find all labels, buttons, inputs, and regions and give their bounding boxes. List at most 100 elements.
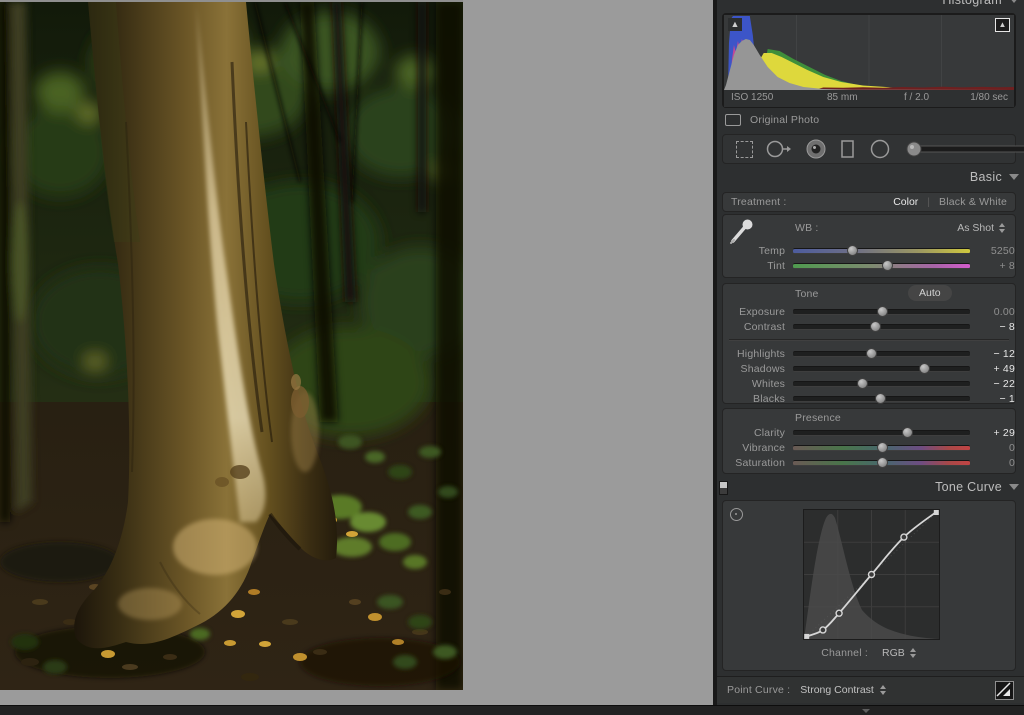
treatment-color-option[interactable]: Color [893,196,918,208]
tint-slider-knob[interactable] [882,260,893,271]
blacks-slider-track[interactable] [793,396,970,402]
curve-point-3[interactable] [869,572,875,578]
exposure-slider-label: Exposure [727,306,785,318]
slider-row-saturation: Saturation 0 [723,455,1015,470]
treatment-divider: | [927,196,930,208]
exposure-slider-value[interactable]: 0.00 [970,306,1015,318]
target-adjustment-tool-icon[interactable] [730,508,743,521]
highlight-clipping-icon[interactable]: ▲ [995,18,1010,32]
curve-point-1[interactable] [820,627,826,633]
adjustment-brush-icon[interactable] [904,139,1024,159]
blacks-slider-label: Blacks [727,393,785,405]
highlights-slider-label: Highlights [727,348,785,360]
tone-curve-chart [804,510,939,639]
shadows-slider-value[interactable]: + 49 [970,363,1015,375]
shadows-slider-track[interactable] [793,366,970,372]
point-curve-label: Point Curve : [727,684,790,696]
treatment-bw-option[interactable]: Black & White [939,196,1007,208]
contrast-slider-value[interactable]: − 8 [970,321,1015,333]
wb-eyedropper-icon[interactable] [727,216,757,251]
original-photo-label: Original Photo [750,114,819,126]
curve-point-2[interactable] [836,610,842,616]
tone-curve-graph[interactable] [803,509,940,640]
clarity-slider-knob[interactable] [902,427,913,438]
tone-curve-section: Channel : RGB [722,500,1016,671]
temp-slider-knob[interactable] [847,245,858,256]
auto-tone-button[interactable]: Auto [908,285,952,301]
wb-preset-dropdown[interactable]: As Shot [957,222,1006,234]
tint-slider-label: Tint [727,260,785,272]
shadow-clipping-icon[interactable]: ▲ [728,18,742,31]
white-balance-section: WB : As Shot Temp5250 Tint + 8 [722,214,1016,278]
saturation-slider-track[interactable] [793,460,970,466]
contrast-slider-track[interactable] [793,324,970,330]
treatment-label: Treatment : [731,196,787,208]
highlights-slider-knob[interactable] [866,348,877,359]
vibrance-slider-track[interactable] [793,445,970,451]
shadows-slider-knob[interactable] [919,363,930,374]
saturation-slider-label: Saturation [727,457,785,469]
blacks-slider-value[interactable]: − 1 [970,393,1015,405]
blacks-slider-knob[interactable] [875,393,886,404]
temp-slider-track[interactable] [793,248,970,254]
vibrance-slider-knob[interactable] [877,442,888,453]
highlights-slider-track[interactable] [793,351,970,357]
chevron-down-icon [1009,484,1019,490]
spot-removal-icon[interactable] [766,139,792,159]
slider-row-shadows: Shadows+ 49 [723,361,1015,376]
tone-curve-panel-header[interactable]: Tone Curve [935,480,1019,494]
slider-row-highlights: Highlights − 12 [723,346,1015,361]
tone-curve-panel-switch[interactable] [719,481,728,495]
wb-preset-value: As Shot [957,222,994,234]
saturation-slider-knob[interactable] [877,457,888,468]
bottom-panel-edge[interactable] [0,705,1024,715]
slider-row-clarity: Clarity+ 29 [723,425,1015,440]
whites-slider-value[interactable]: − 22 [970,378,1015,390]
radial-filter-icon[interactable] [869,138,891,160]
tint-slider-track[interactable] [793,263,970,269]
clarity-slider-value[interactable]: + 29 [970,427,1015,439]
whites-slider-track[interactable] [793,381,970,387]
saturation-slider-value[interactable]: 0 [970,457,1015,469]
temp-slider-value[interactable]: 5250 [970,245,1015,257]
exif-aperture: f / 2.0 [904,92,929,103]
highlights-slider-value[interactable]: − 12 [970,348,1015,360]
tone-divider [729,339,1009,341]
collapse-arrow-icon[interactable] [862,709,870,713]
original-photo-toggle[interactable]: Original Photo [725,112,819,128]
point-curve-value: Strong Contrast [800,684,874,696]
tree-trunk-photo [0,2,463,690]
curve-point-4[interactable] [901,534,907,540]
contrast-slider-label: Contrast [727,321,785,333]
basic-panel-header[interactable]: Basic [970,170,1019,184]
exif-shutter: 1/80 sec [970,92,1008,103]
slider-row-temp: Temp5250 [723,243,1015,258]
vibrance-slider-label: Vibrance [727,442,785,454]
crop-overlay-icon[interactable] [736,141,753,158]
exposure-slider-track[interactable] [793,309,970,315]
slider-row-tint: Tint + 8 [723,258,1015,273]
contrast-slider-knob[interactable] [870,321,881,332]
histogram-box: ▲ ▲ ISO 1250 85 mm f / 2.0 1/80 sec [722,13,1016,108]
red-eye-icon[interactable] [805,138,827,160]
wb-label: WB : [795,222,819,234]
chevron-down-icon [1009,0,1019,3]
histogram-title: Histogram [942,0,1002,7]
tint-slider-value[interactable]: + 8 [970,260,1015,272]
curve-point-5[interactable] [934,510,939,515]
point-curve-dropdown[interactable]: Strong Contrast [800,684,887,696]
original-photo-checkbox-icon[interactable] [725,114,741,126]
channel-dropdown[interactable]: RGB [882,647,917,659]
whites-slider-knob[interactable] [857,378,868,389]
photo-canvas[interactable] [0,0,463,690]
vibrance-slider-value[interactable]: 0 [970,442,1015,454]
histogram-graph[interactable]: ▲ ▲ [724,15,1014,90]
curve-point-0[interactable] [804,634,809,639]
edit-point-curve-icon[interactable] [995,681,1014,700]
clarity-slider-track[interactable] [793,430,970,436]
tone-label: Tone [795,288,819,300]
whites-slider-label: Whites [727,378,785,390]
histogram-panel-header[interactable]: Histogram [942,0,1019,7]
graduated-filter-icon[interactable] [840,139,856,159]
exposure-slider-knob[interactable] [877,306,888,317]
